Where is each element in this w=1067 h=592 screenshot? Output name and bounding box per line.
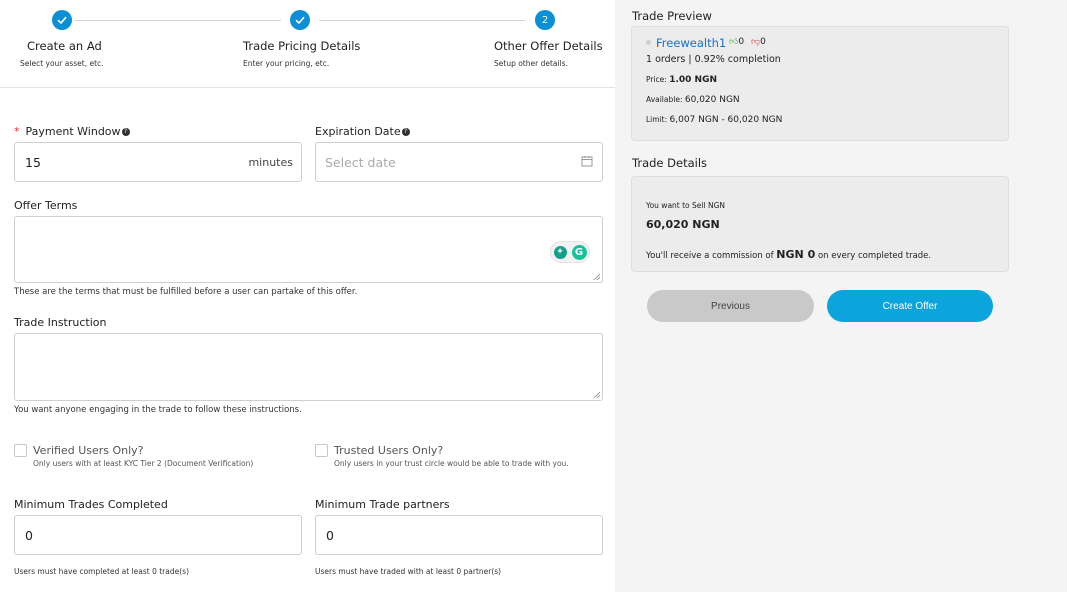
trade-amount: 60,020 NGN: [646, 218, 720, 231]
stepper-line: [319, 20, 525, 21]
offer-terms-textarea[interactable]: ✦ G: [14, 216, 603, 283]
limit-value: 6,007 NGN - 60,020 NGN: [669, 115, 783, 125]
min-trades-value: 0: [25, 528, 33, 543]
payment-window-unit: minutes: [248, 156, 293, 169]
stepper-divider: [0, 87, 615, 88]
commission-value: NGN 0: [776, 248, 816, 261]
status-dot-icon: [646, 40, 651, 45]
create-offer-button[interactable]: Create Offer: [827, 290, 993, 322]
lightbulb-icon[interactable]: ✦: [553, 245, 567, 259]
help-icon[interactable]: ?: [121, 128, 130, 136]
min-partners-value: 0: [326, 528, 334, 543]
commission-line: You'll receive a commission of NGN 0 on …: [646, 248, 932, 261]
step-1-subtitle: Select your asset, etc.: [20, 59, 104, 68]
required-mark: *: [14, 125, 20, 138]
thumbs-up-count: 👍︎0: [729, 37, 745, 47]
resize-handle-icon[interactable]: [593, 273, 600, 280]
payment-window-value: 15: [25, 155, 41, 170]
available-value: 60,020 NGN: [684, 95, 740, 105]
resize-handle-icon[interactable]: [593, 391, 600, 398]
expiration-date-input[interactable]: Select date: [315, 142, 603, 182]
price-value: 1.00 NGN: [669, 75, 718, 85]
trade-instruction-label: Trade Instruction: [14, 316, 107, 329]
stepper-line: [74, 20, 281, 21]
trusted-users-checkbox[interactable]: [315, 444, 328, 457]
calendar-icon[interactable]: [581, 155, 593, 167]
orders-completion: 1 orders | 0.92% completion: [646, 54, 781, 65]
username-link[interactable]: Freewealth1: [656, 36, 726, 50]
step-3-subtitle: Setup other details.: [494, 59, 568, 68]
min-partners-hint: Users must have traded with at least 0 p…: [315, 567, 502, 576]
verified-users-checkbox[interactable]: [14, 444, 27, 457]
verified-users-hint: Only users with at least KYC Tier 2 (Doc…: [33, 459, 254, 468]
verified-users-label[interactable]: Verified Users Only?: [33, 444, 144, 457]
step-3-number: 2: [535, 10, 555, 30]
step-2-subtitle: Enter your pricing, etc.: [243, 59, 330, 68]
limit-row: Limit: 6,007 NGN - 60,020 NGN: [646, 115, 783, 125]
previous-button[interactable]: Previous: [647, 290, 814, 322]
want-to-sell: You want to Sell NGN: [646, 201, 725, 210]
thumbs-down-count: 👎︎0: [751, 37, 766, 47]
offer-terms-label: Offer Terms: [14, 199, 78, 212]
trusted-users-hint: Only users in your trust circle would be…: [334, 459, 569, 468]
min-trades-input[interactable]: 0: [14, 515, 302, 555]
trusted-users-label[interactable]: Trusted Users Only?: [334, 444, 443, 457]
step-2-check-icon: [290, 10, 310, 30]
step-1-check-icon: [52, 10, 72, 30]
min-trades-hint: Users must have completed at least 0 tra…: [14, 567, 189, 576]
min-trades-label: Minimum Trades Completed: [14, 498, 168, 511]
grammarly-icon[interactable]: G: [571, 244, 587, 260]
min-partners-input[interactable]: 0: [315, 515, 603, 555]
trade-details-heading: Trade Details: [632, 156, 708, 170]
thumbs-down-icon: 👎︎: [751, 37, 761, 47]
min-partners-label: Minimum Trade partners: [315, 498, 450, 511]
step-3-title: Other Offer Details: [494, 39, 603, 53]
trade-instruction-hint: You want anyone engaging in the trade to…: [14, 405, 302, 415]
trade-instruction-textarea[interactable]: [14, 333, 603, 401]
expiration-date-placeholder: Select date: [325, 155, 396, 170]
step-2-title: Trade Pricing Details: [243, 39, 361, 53]
expiration-date-label: Expiration Date?: [315, 125, 410, 138]
help-icon[interactable]: ?: [401, 128, 410, 136]
available-row: Available: 60,020 NGN: [646, 95, 740, 105]
offer-terms-hint: These are the terms that must be fulfill…: [14, 287, 358, 297]
payment-window-label: * Payment Window?: [14, 125, 130, 138]
trade-preview-heading: Trade Preview: [632, 9, 712, 23]
price-row: Price: 1.00 NGN: [646, 75, 718, 85]
payment-window-input[interactable]: 15 minutes: [14, 142, 302, 182]
step-1-title: Create an Ad: [27, 39, 102, 53]
thumbs-up-icon: 👍︎: [729, 37, 739, 47]
grammarly-widget[interactable]: ✦ G: [550, 241, 590, 263]
